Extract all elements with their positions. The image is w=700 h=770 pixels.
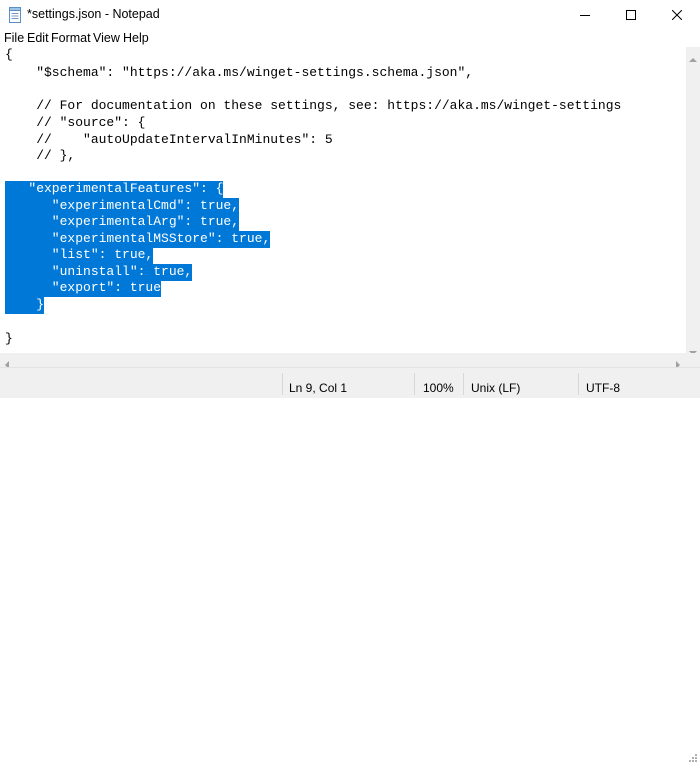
editor-line: "$schema": "https://aka.ms/winget-settin… [5, 65, 474, 80]
vertical-scrollbar[interactable] [686, 47, 700, 355]
editor-line-selected: "uninstall": true, [5, 264, 193, 281]
scroll-corner [686, 353, 700, 367]
menu-help[interactable]: Help [123, 31, 149, 45]
encoding: UTF-8 [586, 381, 620, 395]
line-ending: Unix (LF) [471, 381, 521, 395]
menu-file[interactable]: File [4, 31, 24, 45]
editor-line: // }, [5, 148, 76, 163]
editor-line: { [5, 47, 13, 62]
status-bar: Ln 9, Col 1 100% Unix (LF) UTF-8 [0, 367, 700, 762]
editor-line: // "autoUpdateIntervalInMinutes": 5 [5, 132, 333, 147]
status-divider [578, 373, 579, 395]
notepad-icon [7, 7, 23, 23]
editor-line-selected: "list": true, [5, 247, 154, 264]
scroll-up-arrow-icon[interactable] [689, 50, 697, 68]
menu-format[interactable]: Format [51, 31, 91, 45]
zoom-level: 100% [423, 381, 454, 395]
maximize-button[interactable] [608, 0, 654, 30]
status-divider [414, 373, 415, 395]
editor-line-selected: "export": true [5, 280, 162, 297]
editor-line: } [5, 331, 13, 346]
status-divider [282, 373, 283, 395]
window-title: *settings.json - Notepad [27, 7, 160, 21]
close-button[interactable] [654, 0, 700, 30]
cursor-position: Ln 9, Col 1 [289, 381, 348, 395]
editor-line-selected: "experimentalFeatures": { [5, 181, 224, 198]
title-bar[interactable]: *settings.json - Notepad [0, 0, 700, 30]
menu-view[interactable]: View [93, 31, 120, 45]
notepad-window: *settings.json - Notepad File Edit Forma… [0, 0, 700, 762]
editor-line: // "source": { [5, 115, 146, 130]
status-divider [463, 373, 464, 395]
horizontal-scrollbar[interactable] [0, 353, 686, 369]
minimize-button[interactable] [562, 0, 608, 30]
editor-line-selected: "experimentalMSStore": true, [5, 231, 271, 248]
menu-edit[interactable]: Edit [27, 31, 49, 45]
editor-line-selected: "experimentalCmd": true, [5, 198, 240, 215]
editor-line-selected: "experimentalArg": true, [5, 214, 240, 231]
editor-line-selected: } [5, 297, 45, 314]
text-editor[interactable]: { "$schema": "https://aka.ms/winget-sett… [0, 47, 686, 353]
menu-bar: File Edit Format View Help [0, 30, 700, 46]
resize-grip-icon[interactable] [686, 752, 698, 770]
editor-line: // For documentation on these settings, … [5, 98, 622, 113]
